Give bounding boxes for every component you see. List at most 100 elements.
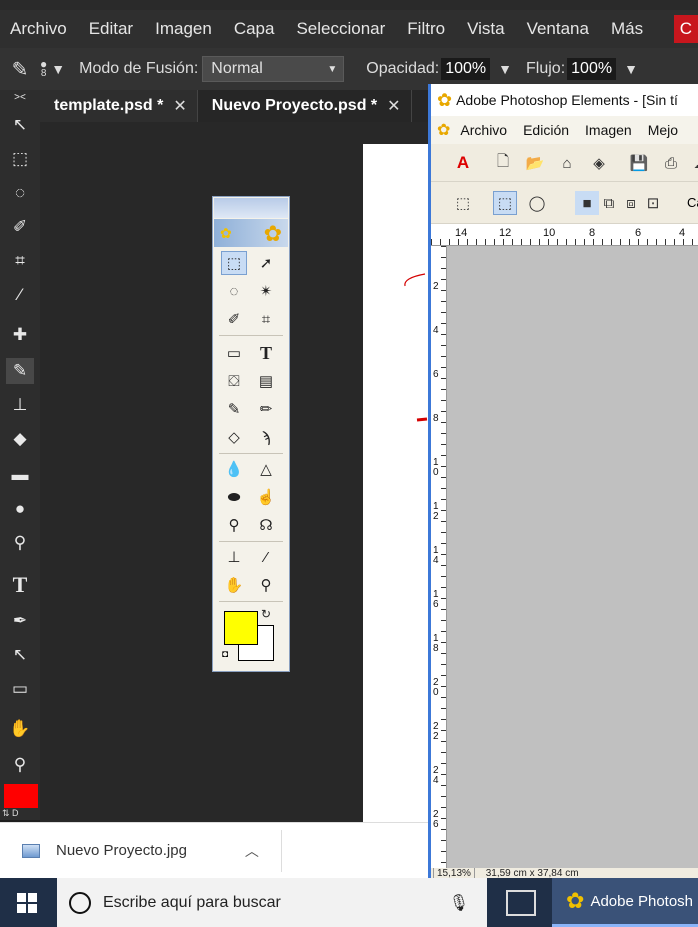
dodge-tool-icon[interactable]: ⚲ [6, 530, 34, 556]
pse-menu-archivo[interactable]: Archivo [452, 122, 515, 138]
move-tool-icon[interactable]: ↖ [6, 112, 34, 138]
pse-menu-imagen[interactable]: Imagen [577, 122, 640, 138]
blur-tool-icon[interactable]: ● [6, 496, 34, 522]
adobe-logo-icon[interactable]: A [451, 151, 475, 175]
zoom-tool-icon[interactable]: ⚲ [253, 573, 279, 597]
foreground-color-swatch[interactable] [4, 784, 38, 808]
menu-editar[interactable]: Editar [79, 19, 145, 39]
lasso-tool-icon[interactable]: ◌ [6, 180, 34, 206]
toolbox-foreground-swatch[interactable] [224, 611, 258, 645]
menu-ventana[interactable]: Ventana [517, 19, 601, 39]
gradient-tool-icon[interactable]: ▬ [6, 462, 34, 488]
stamp-tool-icon[interactable]: ⊥ [6, 392, 34, 418]
gradient-tool-icon[interactable]: ▤ [253, 369, 279, 393]
opacity-input[interactable]: 100% [441, 58, 491, 80]
menu-archivo[interactable]: Archivo [0, 19, 79, 39]
brush-tool-icon[interactable]: ✎ [6, 358, 34, 384]
intersect-selection-icon[interactable]: ⊡ [641, 191, 665, 215]
close-icon[interactable]: ✕ [173, 96, 186, 116]
marquee-preset-icon[interactable]: ⬚ [451, 191, 475, 215]
smudge-tool-icon[interactable]: ☝ [253, 485, 279, 509]
subtract-selection-icon[interactable]: ⧈ [619, 191, 643, 215]
menu-capa[interactable]: Capa [224, 19, 287, 39]
swap-colors-icon[interactable]: ↻ [261, 607, 271, 621]
paint-bucket-icon[interactable]: ⛋ [221, 369, 247, 393]
blur-tool-icon[interactable]: 💧 [221, 457, 247, 481]
brush-size-picker[interactable]: ● 8 ▼ [40, 58, 65, 79]
add-selection-icon[interactable]: ⧉ [597, 191, 621, 215]
eraser-tool-icon[interactable]: ◇ [221, 425, 247, 449]
red-eye-icon[interactable]: ϡ [253, 425, 279, 449]
pse-workspace[interactable] [447, 246, 698, 871]
tab-template[interactable]: template.psd * ✕ [40, 90, 198, 122]
toolbox-titlebar[interactable] [214, 198, 288, 218]
web-icon[interactable]: ☁ [689, 151, 698, 175]
ellipse-marquee-icon[interactable]: ◯ [525, 191, 549, 215]
blend-mode-select[interactable]: Normal ▼ [202, 56, 345, 82]
opacity-chevron-icon[interactable]: ▼ [498, 61, 512, 77]
menu-filtro[interactable]: Filtro [397, 19, 457, 39]
taskbar-app-photoshop[interactable]: ✿ Adobe Photosh [552, 878, 698, 927]
taskbar-search[interactable]: Escribe aquí para buscar 🎙 [57, 878, 487, 927]
new-selection-icon[interactable]: ■ [575, 191, 599, 215]
crop-tool-icon[interactable]: ⌗ [253, 307, 279, 331]
healing-tool-icon[interactable]: ✚ [6, 322, 34, 348]
menu-seleccionar[interactable]: Seleccionar [286, 19, 397, 39]
text-tool-icon[interactable]: T [253, 341, 279, 365]
flow-input[interactable]: 100% [567, 58, 617, 80]
quick-select-tool-icon[interactable]: ✐ [6, 214, 34, 240]
stamp-tool-icon[interactable]: ⊥ [221, 545, 247, 569]
pen-tool-icon[interactable]: ✒ [6, 608, 34, 634]
sharpen-tool-icon[interactable]: △ [253, 457, 279, 481]
menu-extra-red[interactable]: C [673, 15, 698, 43]
pse-menu-mejora[interactable]: Mejo [640, 122, 686, 138]
sponge-tool-icon[interactable]: ⬬ [221, 485, 247, 509]
brush-tool-icon[interactable]: ✎ [0, 57, 40, 82]
new-file-icon[interactable]: 🗋 [491, 151, 515, 175]
crop-tool-icon[interactable]: ⌗ [6, 248, 34, 274]
lasso-tool-icon[interactable]: ◌ [221, 279, 247, 303]
document-canvas[interactable] [363, 144, 428, 824]
path-select-tool-icon[interactable]: ↖ [6, 642, 34, 668]
selection-brush-icon[interactable]: ✐ [221, 307, 247, 331]
task-view-icon[interactable] [506, 890, 536, 916]
pencil-tool-icon[interactable]: ✏ [253, 397, 279, 421]
menu-mas[interactable]: Más [601, 19, 655, 39]
windows-start-icon[interactable] [17, 893, 37, 913]
collapse-icon[interactable]: >< [6, 90, 34, 104]
shape-tool-icon[interactable]: ▭ [6, 676, 34, 702]
marquee-tool-icon[interactable]: ⬚ [221, 251, 247, 275]
save-icon[interactable]: 💾 [627, 151, 651, 175]
brush-tool-icon[interactable]: ✎ [221, 397, 247, 421]
eyedropper-tool-icon[interactable]: ⁄ [6, 282, 34, 308]
burn-tool-icon[interactable]: ⚲ [221, 513, 247, 537]
magic-wand-icon[interactable]: ✴ [253, 279, 279, 303]
default-colors-icon[interactable]: ◘ [222, 649, 228, 660]
flow-chevron-icon[interactable]: ▼ [624, 61, 638, 77]
import-icon[interactable]: ◈ [587, 151, 611, 175]
shape-tool-icon[interactable]: ▭ [221, 341, 247, 365]
eyedropper-tool-icon[interactable]: ⁄ [253, 545, 279, 569]
zoom-tool-icon[interactable]: ⚲ [6, 752, 34, 778]
dodge-tool-icon[interactable]: ☊ [253, 513, 279, 537]
text-tool-icon[interactable]: T [6, 572, 34, 598]
tab-nuevo-proyecto[interactable]: Nuevo Proyecto.psd * ✕ [198, 90, 412, 122]
pse-titlebar[interactable]: ✿ Adobe Photoshop Elements - [Sin tí [431, 84, 698, 116]
eraser-tool-icon[interactable]: ◆ [6, 426, 34, 452]
pse-menu-edicion[interactable]: Edición [515, 122, 577, 138]
swap-colors-icon[interactable]: ⇅ D [2, 808, 38, 820]
hand-tool-icon[interactable]: ✋ [221, 573, 247, 597]
menu-vista[interactable]: Vista [457, 19, 517, 39]
download-filename[interactable]: Nuevo Proyecto.jpg [56, 842, 187, 859]
marquee-tool-icon[interactable]: ⬚ [6, 146, 34, 172]
chevron-up-icon[interactable]: ︿ [245, 841, 259, 861]
browse-icon[interactable]: ⌂ [555, 151, 579, 175]
close-icon[interactable]: ✕ [387, 96, 400, 116]
rect-marquee-icon[interactable]: ⬚ [493, 191, 517, 215]
print-icon[interactable]: ⎙ [659, 151, 683, 175]
open-file-icon[interactable]: 📂 [523, 151, 547, 175]
microphone-icon[interactable]: 🎙 [449, 893, 469, 913]
hand-tool-icon[interactable]: ✋ [6, 716, 34, 742]
menu-imagen[interactable]: Imagen [145, 19, 224, 39]
move-tool-icon[interactable]: ➚ [253, 251, 279, 275]
